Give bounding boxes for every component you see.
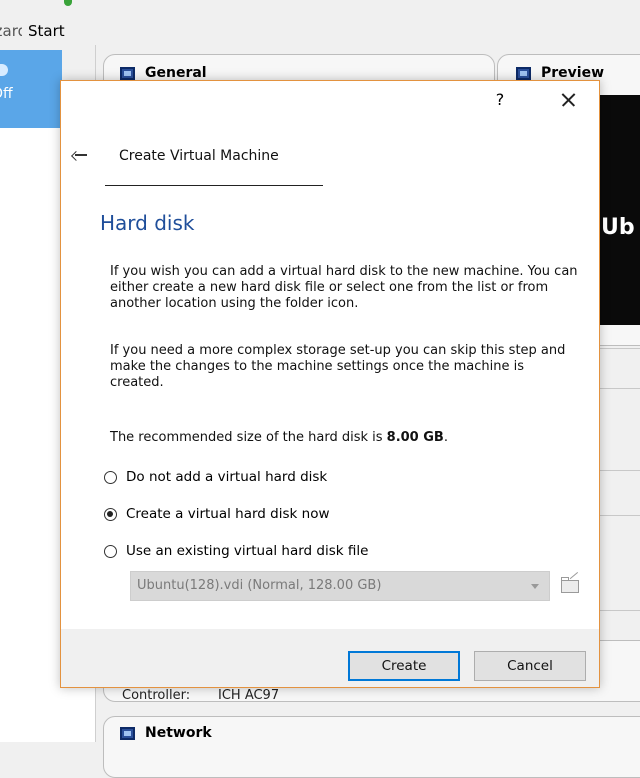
- choose-disk-folder-button: [558, 571, 584, 599]
- network-icon: [120, 726, 135, 740]
- chevron-down-icon: [531, 584, 539, 589]
- option-no-disk[interactable]: Do not add a virtual hard disk: [104, 467, 327, 487]
- dialog-body: Create Virtual Machine Hard disk If you …: [61, 121, 599, 629]
- audio-controller-value: ICH AC97: [218, 688, 280, 703]
- create-button[interactable]: Create: [348, 651, 460, 681]
- dialog-titlebar: ?: [61, 81, 599, 121]
- vm-list-item-selected[interactable]: Off: [0, 50, 62, 128]
- option-label: Do not add a virtual hard disk: [126, 469, 328, 485]
- general-panel-title: General: [145, 65, 207, 81]
- start-icon: [64, 0, 72, 6]
- toolbar-start-button[interactable]: Start: [28, 22, 65, 40]
- radio-button[interactable]: [104, 544, 117, 558]
- option-existing-disk[interactable]: Use an existing virtual hard disk file: [104, 541, 368, 561]
- recommended-size-value: 8.00 GB: [386, 430, 444, 445]
- panel-divider: [600, 388, 640, 389]
- audio-controller-label: Controller:: [122, 688, 191, 703]
- help-button[interactable]: ?: [488, 88, 512, 112]
- preview-panel-title: Preview: [541, 65, 605, 81]
- network-panel-title: Network: [145, 725, 212, 741]
- folder-arrow-icon: [569, 571, 579, 580]
- panel-divider: [600, 610, 640, 611]
- option-label: Use an existing virtual hard disk file: [126, 543, 369, 559]
- cancel-button[interactable]: Cancel: [474, 651, 586, 681]
- general-monitor-icon: [120, 66, 135, 80]
- preview-monitor-icon: [516, 66, 531, 80]
- panel-divider: [600, 348, 640, 349]
- panel-divider: [600, 515, 640, 516]
- option-create-disk[interactable]: Create a virtual hard disk now: [104, 504, 330, 524]
- network-panel: Network: [103, 716, 640, 778]
- create-vm-dialog: ? Create Virtual Machine Hard disk If yo…: [60, 80, 600, 688]
- option-label: Create a virtual hard disk now: [126, 506, 330, 522]
- back-arrow-icon[interactable]: [73, 147, 95, 163]
- wizard-title: Create Virtual Machine: [119, 148, 279, 164]
- radio-button-checked[interactable]: [104, 507, 117, 521]
- manager-toolbar: Wizard Start: [0, 0, 640, 42]
- close-icon[interactable]: [553, 86, 583, 114]
- wizard-title-underline: [105, 185, 323, 186]
- recommended-size-text: The recommended size of the hard disk is…: [110, 430, 448, 445]
- vm-icon: [0, 64, 8, 76]
- folder-icon-body: [561, 580, 579, 593]
- radio-button[interactable]: [104, 470, 117, 484]
- toolbar-wizard-label[interactable]: Wizard: [0, 22, 22, 40]
- vm-state-label: Off: [0, 86, 13, 102]
- description-paragraph-1: If you wish you can add a virtual hard d…: [110, 264, 578, 311]
- description-paragraph-2: If you need a more complex storage set-u…: [110, 343, 566, 390]
- existing-disk-select: Ubuntu(128).vdi (Normal, 128.00 GB): [130, 571, 550, 601]
- panel-divider: [600, 470, 640, 471]
- preview-screen-text: Ub: [601, 215, 635, 240]
- page-heading: Hard disk: [100, 211, 195, 235]
- existing-disk-value: Ubuntu(128).vdi (Normal, 128.00 GB): [137, 578, 382, 593]
